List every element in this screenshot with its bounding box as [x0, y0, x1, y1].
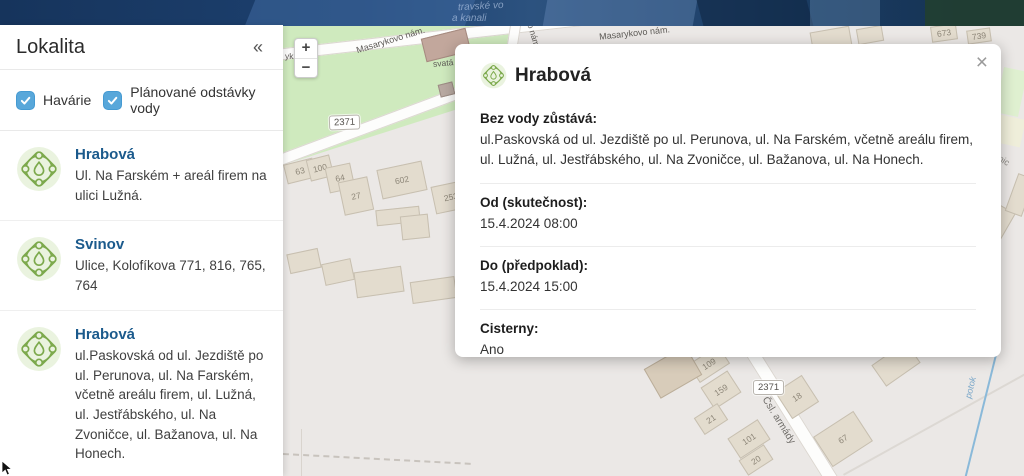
section-label: Cisterny: — [480, 321, 976, 336]
outage-icon-slot — [480, 62, 507, 89]
checkbox-checked-icon[interactable] — [16, 91, 35, 110]
outage-icon-slot — [16, 146, 62, 192]
outage-icon-slot — [16, 236, 62, 282]
section-value: Ano — [480, 340, 976, 360]
map-stream-label: potok — [963, 376, 978, 400]
map-building — [1005, 173, 1024, 217]
map-road-label: svatá — [433, 57, 454, 69]
banner-decoration — [697, 0, 814, 26]
list-item-text: Svinov Ulice, Kolofíkova 771, 816, 765, … — [75, 236, 267, 295]
outage-list-item[interactable]: Hrabová Ul. Na Farském + areál firem na … — [0, 131, 283, 221]
building-number-label: 67 — [836, 432, 849, 446]
map-building — [400, 214, 430, 241]
list-item-description: Ulice, Kolofíkova 771, 816, 765, 764 — [75, 256, 267, 295]
outage-detail-popup: × Hrabová Bez vody zůstává: ul.Paskovská… — [455, 44, 1001, 357]
building-number-label: 602 — [394, 174, 410, 187]
building-number-label: 27 — [350, 190, 361, 202]
list-item-title: Svinov — [75, 236, 267, 253]
planned-outage-icon — [16, 326, 62, 372]
collapse-sidebar-button[interactable]: « — [253, 38, 263, 56]
filter-label: Havárie — [43, 92, 91, 108]
building-number-label: 21 — [704, 412, 717, 426]
section-value: 15.4.2024 15:00 — [480, 277, 976, 297]
building-number-label: 101 — [740, 431, 757, 447]
section-label: Bez vody zůstává: — [480, 111, 976, 126]
building-number-label: 18 — [790, 390, 803, 404]
section-label: Od (skutečnost): — [480, 195, 976, 210]
popup-header: Hrabová — [480, 62, 976, 89]
map-road — [843, 372, 1024, 476]
popup-section: Cisterny: Ano — [480, 309, 976, 372]
building-number-label: 739 — [971, 30, 986, 42]
page-title: Lokalita — [16, 36, 85, 59]
road-number-badge: 2371 — [329, 114, 361, 130]
road-number-badge: 2371 — [753, 380, 784, 395]
map-footpath — [283, 453, 471, 465]
banner-decoration — [543, 0, 698, 26]
building-number-label: 159 — [712, 382, 729, 398]
list-item-title: Hrabová — [75, 146, 267, 163]
map-building — [321, 258, 355, 286]
section-value: ul.Paskovská od ul. Jezdiště po ul. Peru… — [480, 130, 976, 171]
mouse-cursor — [1, 460, 15, 476]
banner-text-fragment: a kanali — [452, 13, 486, 24]
outage-icon-slot — [16, 326, 62, 372]
app-window: travské vo a kanali 63100642760225310915… — [0, 0, 1024, 476]
close-icon[interactable]: × — [976, 52, 988, 73]
map-road-label: Masarykovo nám. — [599, 25, 671, 42]
map-building — [353, 266, 404, 298]
popup-title: Hrabová — [515, 65, 591, 87]
popup-section: Do (předpoklad): 15.4.2024 15:00 — [480, 246, 976, 309]
banner-trees-decoration — [925, 0, 1024, 26]
map-path-line — [301, 429, 302, 476]
popup-section: Od (skutečnost): 15.4.2024 08:00 — [480, 183, 976, 246]
map-building: 602 — [376, 161, 427, 200]
list-item-description: Ul. Na Farském + areál firem na ulici Lu… — [75, 166, 267, 205]
building-number-label: 63 — [294, 165, 306, 177]
map-building: 673 — [930, 25, 958, 43]
list-item-text: Hrabová ul.Paskovská od ul. Jezdiště po … — [75, 326, 267, 463]
planned-outage-icon — [16, 236, 62, 282]
sidebar-header: Lokalita « — [0, 25, 283, 70]
banner-decoration — [810, 0, 880, 26]
zoom-in-button[interactable]: + — [295, 39, 317, 58]
filter-label: Plánované odstávky vody — [130, 84, 267, 116]
building-number-label: 20 — [749, 453, 762, 467]
outage-list-item[interactable]: Hrabová ul.Paskovská od ul. Jezdiště po … — [0, 311, 283, 476]
map-building: 27 — [338, 176, 374, 215]
planned-outage-icon — [480, 62, 507, 89]
section-value: 15.4.2024 08:00 — [480, 214, 976, 234]
list-item-description: ul.Paskovská od ul. Jezdiště po ul. Peru… — [75, 346, 267, 463]
filter-planovane-odstavky[interactable]: Plánované odstávky vody — [103, 84, 267, 116]
filter-havarie[interactable]: Havárie — [16, 91, 91, 110]
list-item-text: Hrabová Ul. Na Farském + areál firem na … — [75, 146, 267, 205]
popup-section: Bez vody zůstává: ul.Paskovská od ul. Je… — [480, 100, 976, 183]
planned-outage-icon — [16, 146, 62, 192]
map-zoom-control: + − — [294, 38, 318, 78]
map-building — [410, 276, 458, 304]
building-number-label: 673 — [936, 27, 951, 39]
filter-bar: Havárie Plánované odstávky vody — [0, 70, 283, 131]
list-item-title: Hrabová — [75, 326, 267, 343]
section-label: Do (předpoklad): — [480, 258, 976, 273]
map-building: 21 — [694, 403, 728, 435]
banner-decoration — [245, 0, 476, 26]
zoom-out-button[interactable]: − — [295, 58, 317, 77]
map-building: 739 — [966, 27, 992, 44]
top-banner: travské vo a kanali — [0, 0, 1024, 26]
outage-list-item[interactable]: Svinov Ulice, Kolofíkova 771, 816, 765, … — [0, 221, 283, 311]
map-building — [856, 25, 884, 45]
sidebar: Lokalita « Havárie Plánované odstávky vo… — [0, 25, 283, 476]
banner-text-fragment: travské vo — [458, 0, 504, 13]
map-building — [286, 248, 321, 274]
checkbox-checked-icon[interactable] — [103, 91, 122, 110]
